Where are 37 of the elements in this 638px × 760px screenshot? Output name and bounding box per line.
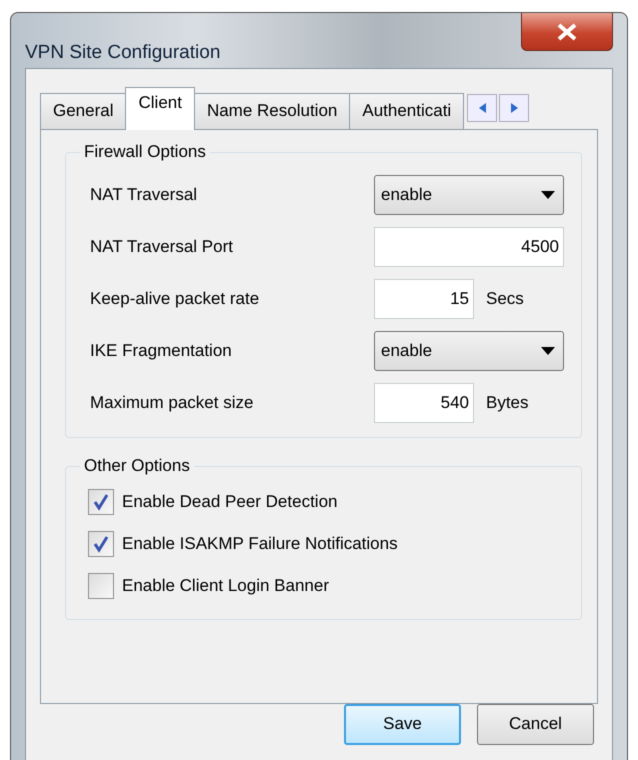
tab-scroll-button[interactable] — [499, 94, 530, 122]
dialog-button[interactable]: Save — [344, 704, 461, 744]
number-field[interactable]: 15 — [374, 278, 474, 318]
tab[interactable]: General — [40, 92, 126, 128]
group-title: Other Options — [80, 456, 194, 476]
field-label: NAT Traversal Port — [90, 236, 234, 258]
checkbox-label: Enable ISAKMP Failure Notifications — [122, 532, 398, 555]
tab[interactable]: Client — [125, 86, 195, 130]
group-title: Firewall Options — [80, 142, 210, 162]
right-arrow-icon — [510, 102, 518, 112]
unit-label: Bytes — [486, 392, 529, 414]
dropdown[interactable]: enable — [374, 174, 564, 214]
checkmark-icon — [92, 534, 110, 552]
left-arrow-icon — [478, 102, 486, 112]
field-label: NAT Traversal — [90, 184, 198, 206]
field-label: IKE Fragmentation — [90, 340, 233, 362]
caret-icon — [541, 190, 555, 198]
field-label: Maximum packet size — [90, 392, 254, 414]
dialog-button[interactable]: Cancel — [477, 704, 594, 744]
close-icon — [556, 22, 578, 40]
checkbox[interactable] — [88, 530, 114, 556]
close-button[interactable] — [521, 13, 613, 51]
unit-label: Secs — [486, 288, 524, 310]
checkbox-label: Enable Client Login Banner — [122, 574, 329, 597]
window-title: VPN Site Configuration — [25, 41, 220, 65]
checkbox[interactable] — [88, 488, 114, 514]
tab-scroll-button[interactable] — [467, 94, 498, 122]
checkbox[interactable] — [88, 572, 114, 598]
field-label: Keep-alive packet rate — [90, 288, 260, 310]
number-field[interactable]: 540 — [374, 382, 474, 422]
caret-icon — [541, 346, 555, 354]
tab[interactable]: Name Resolution — [194, 92, 350, 128]
checkmark-icon — [92, 492, 110, 510]
number-field[interactable]: 4500 — [374, 226, 564, 266]
tab[interactable]: Authenticati — [349, 92, 464, 128]
checkbox-label: Enable Dead Peer Detection — [122, 490, 338, 513]
dropdown[interactable]: enable — [374, 330, 564, 370]
